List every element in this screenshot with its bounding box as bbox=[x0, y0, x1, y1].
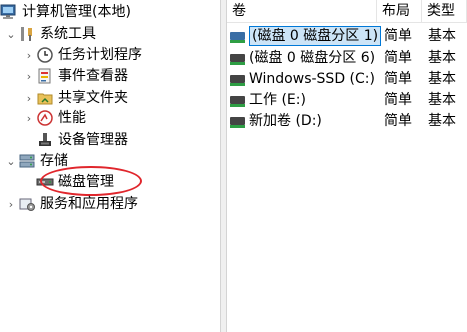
tree-item-device-manager[interactable]: 设备管理器 bbox=[22, 129, 128, 151]
volume-type: 基本 bbox=[428, 92, 456, 108]
tree-item-label: 性能 bbox=[58, 110, 86, 126]
tree-item-event-viewer[interactable]: › 事件查看器 bbox=[22, 65, 128, 87]
volume-name: 新加卷 (D:) bbox=[249, 113, 322, 129]
navigation-tree: 计算机管理(本地) ⌄ 系统工具 › 任务计划程序 › 事件查看器 › 共享文件… bbox=[0, 0, 220, 332]
column-header-layout[interactable]: 布局 bbox=[377, 0, 422, 22]
list-item[interactable]: (磁盘 0 磁盘分区 6) 简单 基本 bbox=[227, 47, 467, 69]
chevron-down-icon[interactable]: ⌄ bbox=[4, 155, 18, 168]
volume-type: 基本 bbox=[428, 50, 456, 66]
chevron-down-icon[interactable]: ⌄ bbox=[4, 28, 18, 41]
event-viewer-icon bbox=[36, 67, 54, 85]
volume-list: 卷 布局 类型 (磁盘 0 磁盘分区 1) 简单 基本 (磁盘 0 磁盘分区 6… bbox=[227, 0, 467, 332]
volume-icon bbox=[230, 117, 245, 128]
volume-name: (磁盘 0 磁盘分区 1) bbox=[249, 26, 382, 46]
volume-layout: 简单 bbox=[384, 92, 412, 108]
device-manager-icon bbox=[36, 131, 54, 149]
tree-item-performance[interactable]: › 性能 bbox=[22, 107, 86, 129]
volume-type: 基本 bbox=[428, 113, 456, 129]
volume-name: 工作 (E:) bbox=[249, 92, 306, 108]
volume-type: 基本 bbox=[428, 71, 456, 87]
volume-type: 基本 bbox=[428, 28, 456, 44]
tools-icon bbox=[18, 25, 36, 43]
list-item[interactable]: 新加卷 (D:) 简单 基本 bbox=[227, 110, 467, 132]
chevron-right-icon[interactable]: › bbox=[4, 198, 18, 211]
tree-item-label: 任务计划程序 bbox=[58, 47, 142, 63]
volume-layout: 简单 bbox=[384, 71, 412, 87]
volume-name: Windows-SSD (C:) bbox=[249, 71, 375, 87]
chevron-right-icon[interactable]: › bbox=[22, 112, 36, 125]
tree-item-label: 服务和应用程序 bbox=[40, 196, 138, 212]
computer-management-icon bbox=[0, 3, 18, 21]
volume-icon bbox=[230, 75, 245, 86]
tree-item-system-tools[interactable]: ⌄ 系统工具 bbox=[4, 23, 96, 45]
list-item[interactable]: (磁盘 0 磁盘分区 1) 简单 基本 bbox=[227, 25, 467, 47]
services-icon bbox=[18, 195, 36, 213]
shared-folder-icon bbox=[36, 89, 54, 107]
volume-name: (磁盘 0 磁盘分区 6) bbox=[249, 50, 376, 66]
tree-item-computer-management[interactable]: 计算机管理(本地) bbox=[0, 1, 131, 23]
volume-layout: 简单 bbox=[384, 113, 412, 129]
pane-splitter[interactable] bbox=[220, 0, 227, 332]
volume-icon bbox=[230, 32, 245, 43]
tree-item-label: 事件查看器 bbox=[58, 68, 128, 84]
tree-item-label: 系统工具 bbox=[40, 26, 96, 42]
performance-icon bbox=[36, 109, 54, 127]
list-item[interactable]: Windows-SSD (C:) 简单 基本 bbox=[227, 68, 467, 90]
list-item[interactable]: 工作 (E:) 简单 基本 bbox=[227, 89, 467, 111]
clock-icon bbox=[36, 46, 54, 64]
volume-layout: 简单 bbox=[384, 50, 412, 66]
column-header-type[interactable]: 类型 bbox=[422, 0, 467, 22]
chevron-right-icon[interactable]: › bbox=[22, 49, 36, 62]
chevron-right-icon[interactable]: › bbox=[22, 92, 36, 105]
tree-item-label: 设备管理器 bbox=[58, 132, 128, 148]
tree-item-label: 计算机管理(本地) bbox=[22, 4, 131, 20]
annotation-circle bbox=[40, 166, 142, 196]
storage-icon bbox=[18, 152, 36, 170]
tree-item-shared-folders[interactable]: › 共享文件夹 bbox=[22, 87, 128, 109]
tree-item-label: 共享文件夹 bbox=[58, 90, 128, 106]
tree-item-services-and-applications[interactable]: › 服务和应用程序 bbox=[4, 193, 138, 215]
volume-layout: 简单 bbox=[384, 28, 412, 44]
volume-icon bbox=[230, 54, 245, 65]
list-header: 卷 布局 类型 bbox=[227, 0, 467, 23]
tree-item-task-scheduler[interactable]: › 任务计划程序 bbox=[22, 44, 142, 66]
chevron-right-icon[interactable]: › bbox=[22, 70, 36, 83]
volume-icon bbox=[230, 96, 245, 107]
column-header-volume[interactable]: 卷 bbox=[227, 0, 377, 22]
